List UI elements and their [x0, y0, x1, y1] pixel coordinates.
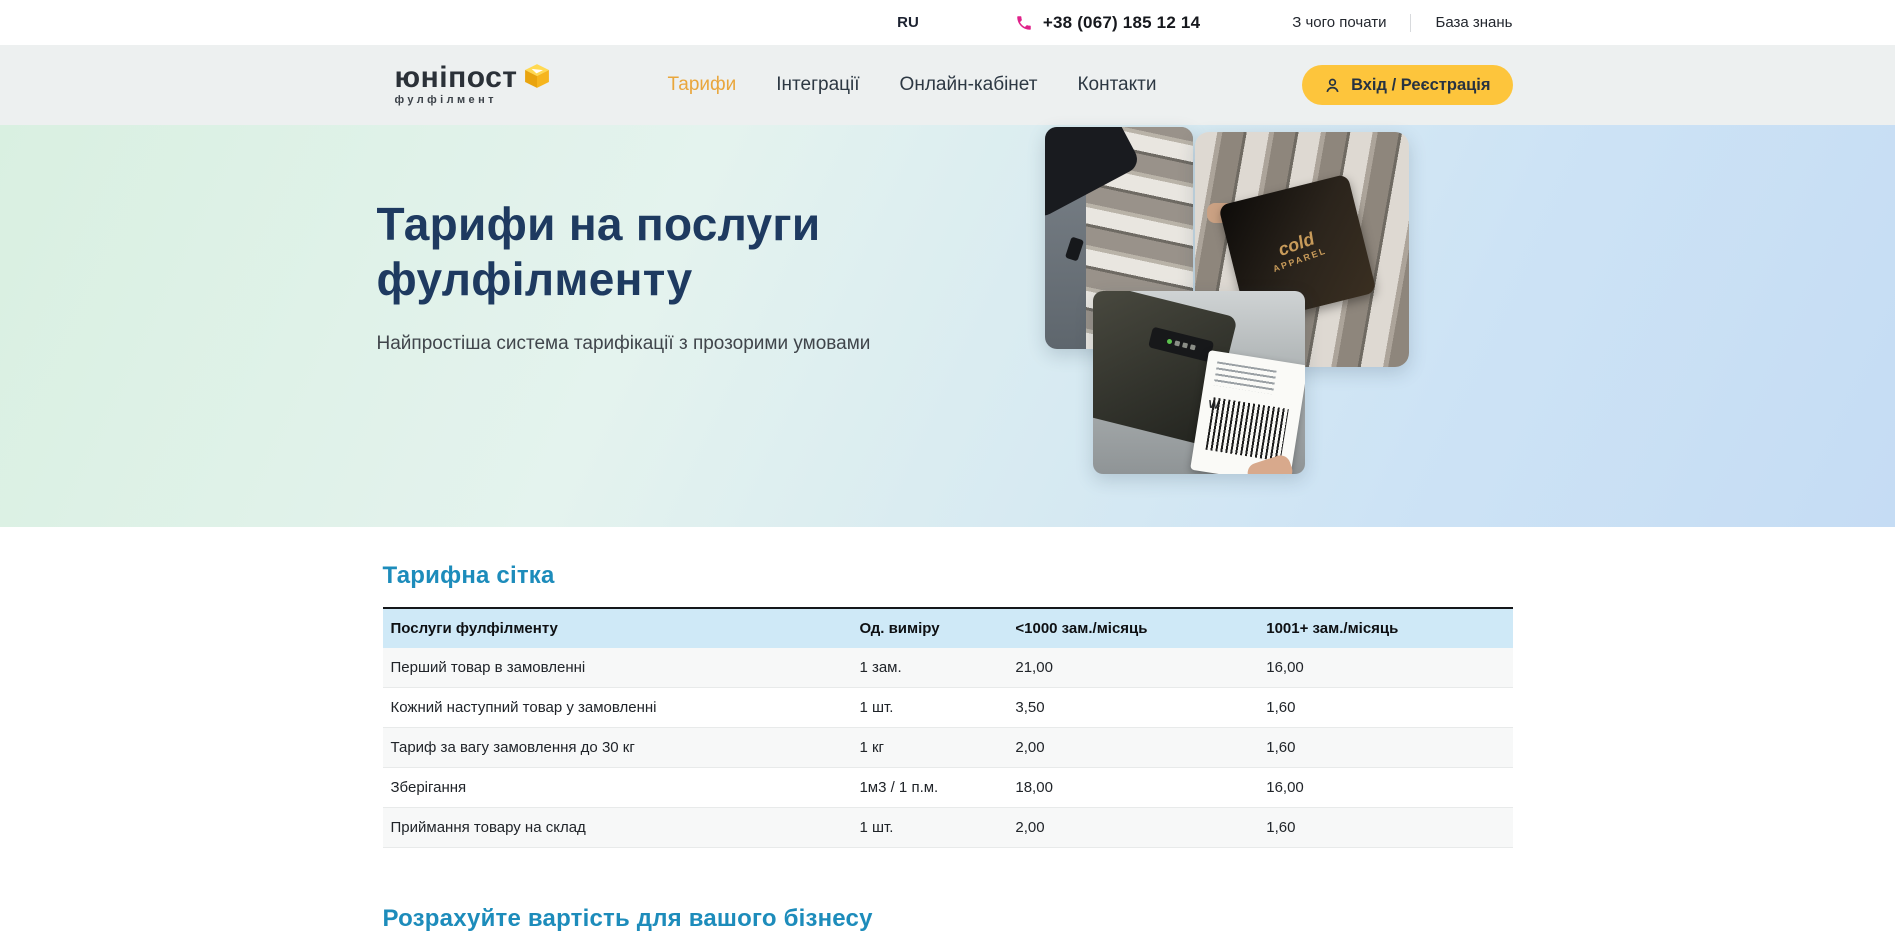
top-link-knowledge-base[interactable]: База знань: [1435, 14, 1512, 31]
calculator-heading: Розрахуйте вартість для вашого бізнесу: [383, 905, 1513, 933]
top-link-getting-started[interactable]: З чого почати: [1292, 14, 1386, 31]
pricing-grid-heading: Тарифна сітка: [383, 562, 1513, 590]
top-links: З чого почати База знань: [1292, 14, 1512, 32]
service-cell: Приймання товару на склад: [383, 808, 852, 848]
table-row: Перший товар в замовленні1 зам.21,0016,0…: [383, 648, 1513, 688]
column-header: 1001+ зам./місяць: [1258, 608, 1512, 648]
label-address-lines: [1213, 361, 1276, 394]
column-header: <1000 зам./місяць: [1007, 608, 1258, 648]
logo-title: юніпост: [395, 65, 518, 91]
hero-subtitle: Найпростіша система тарифікації з прозор…: [377, 333, 871, 355]
value-cell: 1м3 / 1 п.м.: [851, 768, 1007, 808]
table-row: Тариф за вагу замовлення до 30 кг1 кг2,0…: [383, 728, 1513, 768]
nav-contacts[interactable]: Контакти: [1077, 74, 1156, 96]
phone-group[interactable]: +38 (067) 185 12 14: [1015, 13, 1200, 33]
phone-icon: [1015, 14, 1033, 32]
table-row: Приймання товару на склад1 шт.2,001,60: [383, 808, 1513, 848]
top-bar: RU +38 (067) 185 12 14 З чого почати Баз…: [0, 0, 1895, 45]
table-row: Кожний наступний товар у замовленні1 шт.…: [383, 688, 1513, 728]
value-cell: 1 зам.: [851, 648, 1007, 688]
barcode-scanner-graphic: [1065, 237, 1084, 262]
main-nav: Тарифи Інтеграції Онлайн-кабінет Контакт…: [668, 74, 1157, 96]
hero-section: Тарифи на послуги фулфілменту Найпростіш…: [0, 125, 1895, 527]
column-header: Од. виміру: [851, 608, 1007, 648]
value-cell: 21,00: [1007, 648, 1258, 688]
table-header-row: Послуги фулфілментуОд. виміру<1000 зам./…: [383, 608, 1513, 648]
user-icon: [1324, 77, 1341, 94]
service-cell: Кожний наступний товар у замовленні: [383, 688, 852, 728]
logo[interactable]: юніпост фулфілмент: [383, 65, 550, 106]
printer-panel-graphic: [1148, 327, 1214, 363]
service-cell: Перший товар в замовленні: [383, 648, 852, 688]
value-cell: 16,00: [1258, 648, 1512, 688]
cube-logo-icon: [524, 63, 550, 89]
nav-tariffs[interactable]: Тарифи: [668, 74, 737, 96]
nav-integrations[interactable]: Інтеграції: [776, 74, 859, 96]
value-cell: 16,00: [1258, 768, 1512, 808]
content-section: Тарифна сітка Послуги фулфілментуОд. вим…: [0, 527, 1895, 938]
value-cell: 1,60: [1258, 688, 1512, 728]
value-cell: 1 кг: [851, 728, 1007, 768]
column-header: Послуги фулфілменту: [383, 608, 852, 648]
value-cell: 1 шт.: [851, 808, 1007, 848]
value-cell: 2,00: [1007, 728, 1258, 768]
hero-photo-label-printer: W: [1093, 291, 1305, 474]
divider: [1410, 14, 1411, 32]
value-cell: 1 шт.: [851, 688, 1007, 728]
value-cell: 2,00: [1007, 808, 1258, 848]
service-cell: Тариф за вагу замовлення до 30 кг: [383, 728, 852, 768]
pricing-table: Послуги фулфілментуОд. виміру<1000 зам./…: [383, 607, 1513, 848]
value-cell: 1,60: [1258, 808, 1512, 848]
login-button-label: Вхід / Реєстрація: [1351, 76, 1490, 95]
main-header: юніпост фулфілмент Тарифи Інтеграції Онл…: [0, 45, 1895, 125]
pricing-table-body: Перший товар в замовленні1 зам.21,0016,0…: [383, 648, 1513, 848]
page-title: Тарифи на послуги фулфілменту: [377, 197, 957, 307]
login-register-button[interactable]: Вхід / Реєстрація: [1302, 65, 1512, 105]
value-cell: 1,60: [1258, 728, 1512, 768]
shipping-label-graphic: W: [1190, 350, 1305, 474]
value-cell: 18,00: [1007, 768, 1258, 808]
table-row: Зберігання1м3 / 1 п.м.18,0016,00: [383, 768, 1513, 808]
barcode-graphic: [1205, 397, 1288, 461]
nav-online-cabinet[interactable]: Онлайн-кабінет: [900, 74, 1038, 96]
logo-subtitle: фулфілмент: [395, 94, 518, 106]
value-cell: 3,50: [1007, 688, 1258, 728]
language-switcher[interactable]: RU: [897, 14, 919, 31]
service-cell: Зберігання: [383, 768, 852, 808]
phone-number[interactable]: +38 (067) 185 12 14: [1043, 13, 1200, 33]
